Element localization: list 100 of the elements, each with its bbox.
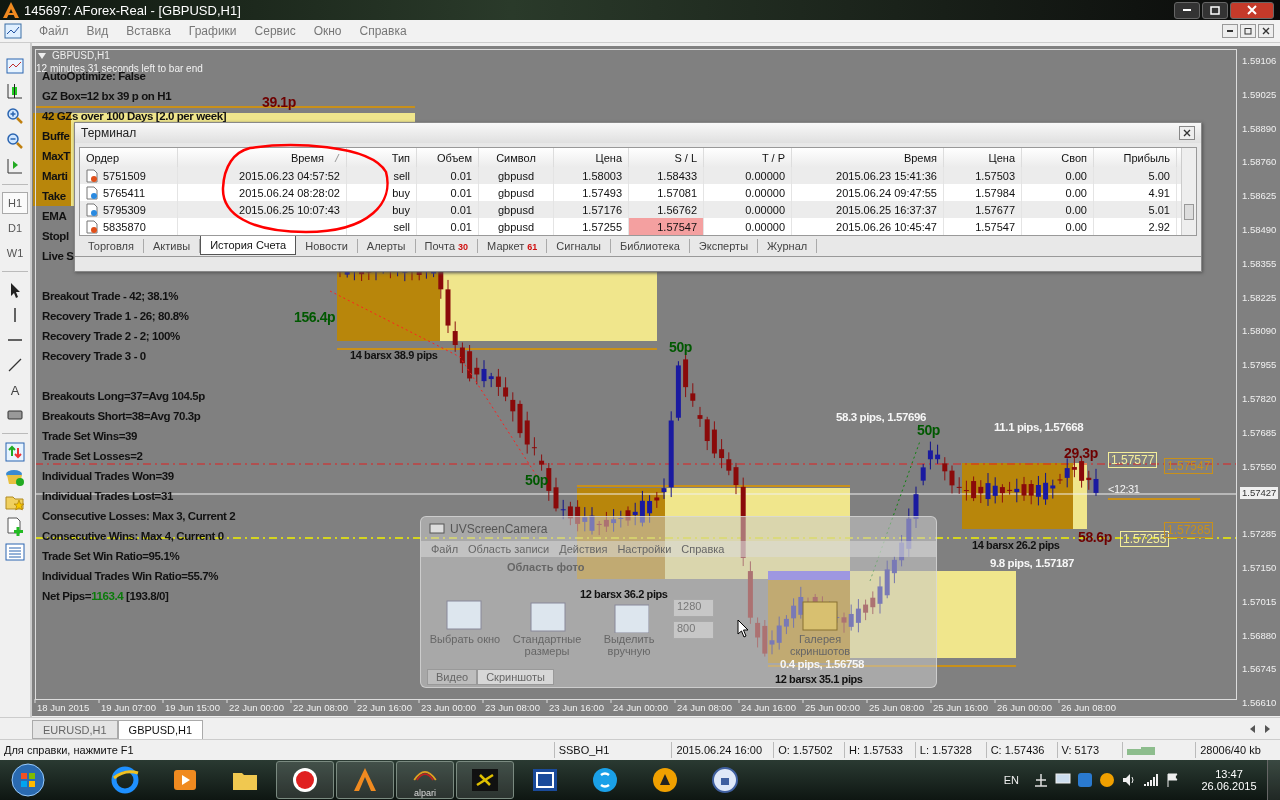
flag-icon[interactable] xyxy=(1165,772,1181,788)
volume-icon[interactable] xyxy=(1121,772,1137,788)
close-button[interactable] xyxy=(1179,126,1195,140)
chart-label: 0.4 pips, 1.56758 xyxy=(780,657,864,671)
trend-line-icon[interactable] xyxy=(6,356,24,374)
tab[interactable]: Почта 30 xyxy=(415,239,479,253)
time-tick: 19 Jun 07:00 xyxy=(101,702,156,713)
chart-tab[interactable]: GBPUSD,H1 xyxy=(117,720,204,739)
zoom-in-icon[interactable] xyxy=(6,107,24,125)
chart-tab[interactable]: EURUSD,H1 xyxy=(32,720,118,739)
navigator-icon[interactable] xyxy=(5,467,25,487)
language-indicator[interactable]: EN xyxy=(1003,774,1019,786)
time-tick: 26 Jun 08:00 xyxy=(1061,702,1116,713)
table-cell: 5835870 xyxy=(80,218,178,235)
stats-line: Trade Set Win Ratio=95.1% xyxy=(42,549,180,563)
tab[interactable]: Эксперты xyxy=(689,239,759,253)
restore-icon xyxy=(1244,27,1252,35)
text-tool-button[interactable]: A xyxy=(2,379,28,401)
tab[interactable]: Алерты xyxy=(357,239,416,253)
tab[interactable]: Маркет 61 xyxy=(478,239,548,253)
menu-item[interactable]: Окно xyxy=(304,24,351,38)
price-tick: 1.58355 xyxy=(1242,257,1277,270)
arrows-icon[interactable] xyxy=(5,442,25,462)
stats-line: Breakouts Long=37=Avg 104.5p xyxy=(42,389,205,403)
price-tick: 1.58090 xyxy=(1242,325,1277,338)
signal-icon[interactable] xyxy=(1143,772,1159,788)
new-document-icon[interactable] xyxy=(5,517,25,537)
table-cell: gbpusd xyxy=(479,201,554,218)
status-text: O: 1.57502 xyxy=(773,742,844,758)
time-tick: 22 Jun 16:00 xyxy=(357,702,412,713)
dropdown-icon[interactable] xyxy=(38,52,46,59)
time-tick: 18 Jun 2015 xyxy=(37,702,90,713)
tick-mark xyxy=(354,698,356,704)
network-icon[interactable] xyxy=(1033,772,1049,788)
tab[interactable]: Журнал xyxy=(758,239,818,253)
chart-label: 9.8 pips, 1.57187 xyxy=(990,556,1074,570)
current-price-label: 1.57427 xyxy=(1240,487,1279,499)
chart-shift-icon[interactable] xyxy=(6,157,24,175)
stats-line: Breakouts Short=38=Avg 70.3p xyxy=(42,409,201,423)
table-cell: 1.57503 xyxy=(944,167,1022,184)
clock[interactable]: 13:47 26.06.2015 xyxy=(1197,768,1261,792)
price-tick: 1.57015 xyxy=(1242,595,1277,608)
price-tick: 1.57285 xyxy=(1242,528,1277,541)
price-label: 1.57577 xyxy=(1108,452,1158,468)
scroll-left-icon[interactable] xyxy=(1250,724,1256,733)
taskbar-app[interactable] xyxy=(456,761,514,799)
price-tick: 1.57955 xyxy=(1242,359,1277,372)
menu-item[interactable]: Справка xyxy=(350,24,416,38)
tab[interactable]: Сигналы xyxy=(547,239,611,253)
tick-mark xyxy=(930,698,932,704)
menu-item[interactable]: Вставка xyxy=(117,24,180,38)
table-cell: 1.58433 xyxy=(629,167,704,184)
tab[interactable]: Торговля xyxy=(79,239,144,253)
restore-button[interactable] xyxy=(1202,1,1228,19)
tick-mark xyxy=(482,698,484,704)
restore-button[interactable] xyxy=(1240,24,1256,38)
chart-window-icon[interactable] xyxy=(4,22,22,40)
tab[interactable]: Скриншоты xyxy=(477,669,554,685)
table-cell: 1.57547 xyxy=(629,218,704,235)
show-desktop-button[interactable] xyxy=(1267,760,1280,800)
zoom-out-icon[interactable] xyxy=(6,132,24,150)
chart-label: 58.6p xyxy=(1078,530,1112,544)
minimize-button[interactable] xyxy=(1174,1,1200,19)
menu-item[interactable]: Сервис xyxy=(245,24,305,38)
menu-item[interactable]: Справка xyxy=(681,543,725,555)
time-tick: 22 Jun 00:00 xyxy=(229,702,284,713)
close-button[interactable] xyxy=(1230,1,1274,19)
app-tray-icon[interactable] xyxy=(1099,772,1115,788)
price-tick: 1.58490 xyxy=(1242,224,1277,236)
scroll-right-icon[interactable] xyxy=(1264,724,1270,733)
menu-item[interactable]: Файл xyxy=(30,24,78,38)
status-text: V: 5173 xyxy=(1056,742,1123,758)
menu-item[interactable]: Графики xyxy=(179,24,246,38)
price-tick: 1.58760 xyxy=(1242,156,1277,169)
price-tick: 1.57685 xyxy=(1242,426,1277,439)
stats-line: Recovery Trade 1 - 26; 80.8% xyxy=(42,309,189,323)
stats-line: Live S xyxy=(42,249,74,263)
sort-icon xyxy=(334,153,340,162)
table-cell: 0.00000 xyxy=(704,218,792,235)
table-cell: 5795309 xyxy=(80,201,178,218)
taskbar-app[interactable] xyxy=(276,761,334,799)
tab[interactable]: Библиотека xyxy=(611,239,690,253)
chart-label: 156.4p xyxy=(294,310,336,324)
tab[interactable]: Новости xyxy=(296,239,358,253)
timeframe-button[interactable]: H1 xyxy=(2,192,28,214)
table-cell: sell xyxy=(347,167,417,184)
scrollbar[interactable] xyxy=(1181,148,1196,235)
timeframe-button[interactable]: W1 xyxy=(2,242,28,264)
close-button[interactable] xyxy=(1258,24,1274,38)
app-tray-icon[interactable] xyxy=(1077,772,1093,788)
tab[interactable]: История Счета xyxy=(200,236,297,255)
menu-item[interactable]: Вид xyxy=(77,24,118,38)
minimize-button[interactable] xyxy=(1222,24,1238,38)
chart-window-icon[interactable] xyxy=(6,57,24,75)
timeframe-button[interactable]: D1 xyxy=(2,217,28,239)
candlestick-icon[interactable] xyxy=(6,82,24,100)
stats-line: MaxT xyxy=(42,149,70,163)
taskbar-app[interactable]: alpari xyxy=(396,761,454,799)
close-icon xyxy=(1183,129,1191,137)
price-tick: 1.59025 xyxy=(1242,88,1277,101)
